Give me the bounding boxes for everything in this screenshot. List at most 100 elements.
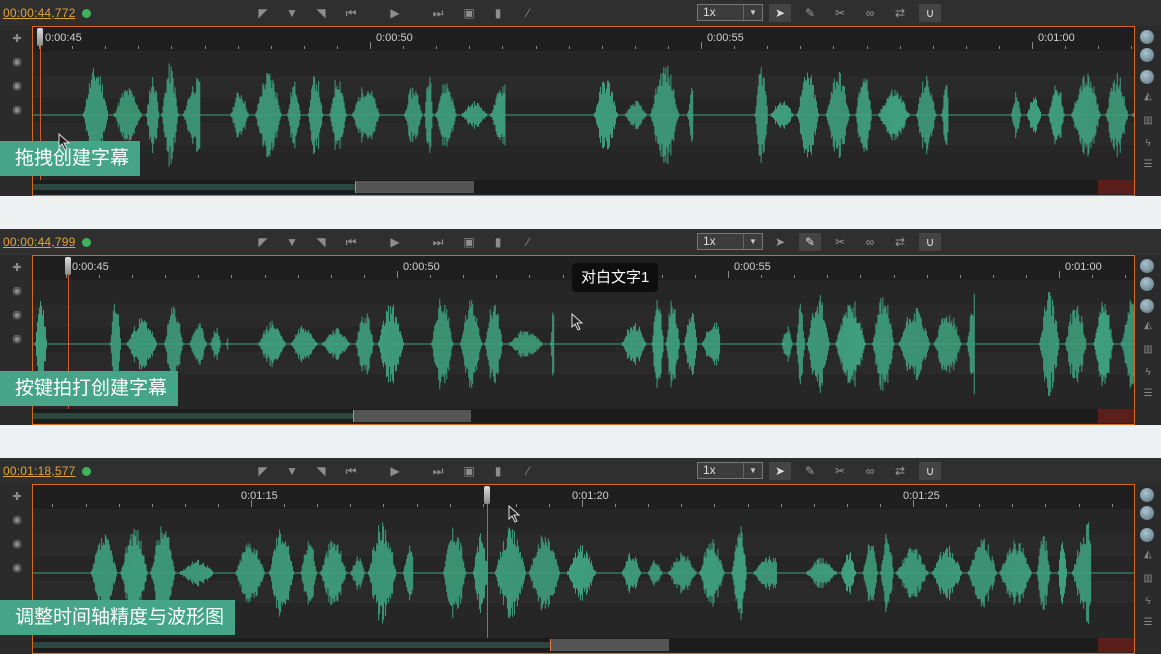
magic-wand-icon[interactable]: ⁄	[518, 233, 538, 251]
link-icon[interactable]: ∞	[859, 462, 881, 480]
mark-out-icon[interactable]: ◥	[311, 233, 331, 251]
swap-icon[interactable]: ⇄	[889, 462, 911, 480]
list-icon[interactable]: ☰	[1140, 158, 1156, 172]
edit-icon[interactable]: ✎	[799, 462, 821, 480]
globe-icon[interactable]	[1140, 30, 1154, 44]
lightning-icon[interactable]: ϟ	[1140, 366, 1156, 380]
timecode-display[interactable]: 00:01:18,577	[3, 464, 75, 478]
area-chart-icon[interactable]: ◭	[1140, 548, 1156, 562]
mark-down-icon[interactable]: ▼	[282, 462, 302, 480]
area-chart-icon[interactable]: ◭	[1140, 319, 1156, 333]
playhead-handle[interactable]	[65, 257, 71, 275]
time-ruler[interactable]: 0:01:15 0:01:20 0:01:25	[33, 485, 1134, 509]
globe-icon[interactable]	[1140, 299, 1154, 313]
edit-icon[interactable]: ✎	[799, 4, 821, 22]
swap-icon[interactable]: ⇄	[889, 4, 911, 22]
magic-wand-icon[interactable]: ⁄	[518, 4, 538, 22]
swap-icon[interactable]: ⇄	[889, 233, 911, 251]
mark-in-icon[interactable]: ◤	[253, 462, 273, 480]
skip-back-icon[interactable]: ⏮	[341, 4, 361, 22]
skip-forward-icon[interactable]: ⏭	[428, 4, 448, 22]
playhead-handle[interactable]	[484, 486, 490, 504]
eye-icon[interactable]: ◉	[9, 537, 25, 551]
link-icon[interactable]: ∞	[859, 233, 881, 251]
speed-select[interactable]: 1x ▼	[697, 4, 763, 21]
globe-icon[interactable]	[1140, 48, 1154, 62]
play-icon[interactable]: ▶	[385, 233, 405, 251]
camera-icon[interactable]: ▣	[459, 462, 479, 480]
skip-back-icon[interactable]: ⏮	[341, 233, 361, 251]
lightning-icon[interactable]: ϟ	[1140, 595, 1156, 609]
mark-in-icon[interactable]: ◤	[253, 233, 273, 251]
pointer-icon[interactable]: ➤	[769, 233, 791, 251]
edit-icon[interactable]: ✎	[799, 233, 821, 251]
eye-icon[interactable]: ◉	[9, 55, 25, 69]
magnet-icon[interactable]: ∪	[919, 462, 941, 480]
eye-icon[interactable]: ◉	[9, 284, 25, 298]
add-icon[interactable]: ✚	[9, 261, 25, 275]
play-icon[interactable]: ▶	[385, 462, 405, 480]
time-ruler[interactable]: 0:00:45 0:00:50 0:00:55 0:01:00	[33, 27, 1134, 51]
scroll-thumb[interactable]	[550, 639, 669, 651]
bookmark-icon[interactable]: ▮	[488, 233, 508, 251]
timecode-display[interactable]: 00:00:44,772	[3, 6, 75, 20]
scroll-thumb[interactable]	[353, 410, 471, 422]
globe-icon[interactable]	[1140, 506, 1154, 520]
add-icon[interactable]: ✚	[9, 32, 25, 46]
pointer-icon[interactable]: ➤	[769, 4, 791, 22]
globe-icon[interactable]	[1140, 259, 1154, 273]
mark-in-icon[interactable]: ◤	[253, 4, 273, 22]
eye-icon[interactable]: ◉	[9, 103, 25, 117]
speed-select[interactable]: 1x ▼	[697, 233, 763, 250]
eye-icon[interactable]: ◉	[9, 332, 25, 346]
mark-down-icon[interactable]: ▼	[282, 4, 302, 22]
scroll-thumb[interactable]	[355, 181, 474, 193]
skip-forward-icon[interactable]: ⏭	[428, 233, 448, 251]
lightning-icon[interactable]: ϟ	[1140, 137, 1156, 151]
waveform-bar	[686, 559, 687, 586]
bar-chart-icon[interactable]: ▥	[1140, 114, 1156, 128]
waveform-track[interactable]: 0:00:45 0:00:50 0:00:55 0:01:00	[32, 26, 1135, 196]
mark-down-icon[interactable]: ▼	[282, 233, 302, 251]
add-icon[interactable]: ✚	[9, 490, 25, 504]
globe-icon[interactable]	[1140, 277, 1154, 291]
scissors-icon[interactable]: ✂	[829, 233, 851, 251]
list-icon[interactable]: ☰	[1140, 616, 1156, 630]
waveform-bar	[1076, 100, 1077, 129]
camera-icon[interactable]: ▣	[459, 233, 479, 251]
timecode-display[interactable]: 00:00:44,799	[3, 235, 75, 249]
play-icon[interactable]: ▶	[385, 4, 405, 22]
list-icon[interactable]: ☰	[1140, 387, 1156, 401]
camera-icon[interactable]: ▣	[459, 4, 479, 22]
scissors-icon[interactable]: ✂	[829, 4, 851, 22]
bar-chart-icon[interactable]: ▥	[1140, 343, 1156, 357]
waveform-bar	[367, 313, 368, 374]
pointer-icon[interactable]: ➤	[769, 462, 791, 480]
timeline-scrollbar[interactable]	[33, 180, 1134, 194]
globe-icon[interactable]	[1140, 70, 1154, 84]
globe-icon[interactable]	[1140, 488, 1154, 502]
mark-out-icon[interactable]: ◥	[311, 4, 331, 22]
mark-out-icon[interactable]: ◥	[311, 462, 331, 480]
eye-icon[interactable]: ◉	[9, 79, 25, 93]
speed-select[interactable]: 1x ▼	[697, 462, 763, 479]
bookmark-icon[interactable]: ▮	[488, 462, 508, 480]
magnet-icon[interactable]: ∪	[919, 233, 941, 251]
globe-icon[interactable]	[1140, 528, 1154, 542]
bar-chart-icon[interactable]: ▥	[1140, 572, 1156, 586]
area-chart-icon[interactable]: ◭	[1140, 90, 1156, 104]
timeline-scrollbar[interactable]	[33, 409, 1134, 423]
eye-icon[interactable]: ◉	[9, 561, 25, 575]
eye-icon[interactable]: ◉	[9, 513, 25, 527]
scissors-icon[interactable]: ✂	[829, 462, 851, 480]
magnet-icon[interactable]: ∪	[919, 4, 941, 22]
playhead-handle[interactable]	[37, 28, 43, 46]
skip-back-icon[interactable]: ⏮	[341, 462, 361, 480]
magic-wand-icon[interactable]: ⁄	[518, 462, 538, 480]
bookmark-icon[interactable]: ▮	[488, 4, 508, 22]
timeline-scrollbar[interactable]	[33, 638, 1134, 652]
link-icon[interactable]: ∞	[859, 4, 881, 22]
eye-icon[interactable]: ◉	[9, 308, 25, 322]
waveform-bar	[217, 328, 218, 360]
skip-forward-icon[interactable]: ⏭	[428, 462, 448, 480]
